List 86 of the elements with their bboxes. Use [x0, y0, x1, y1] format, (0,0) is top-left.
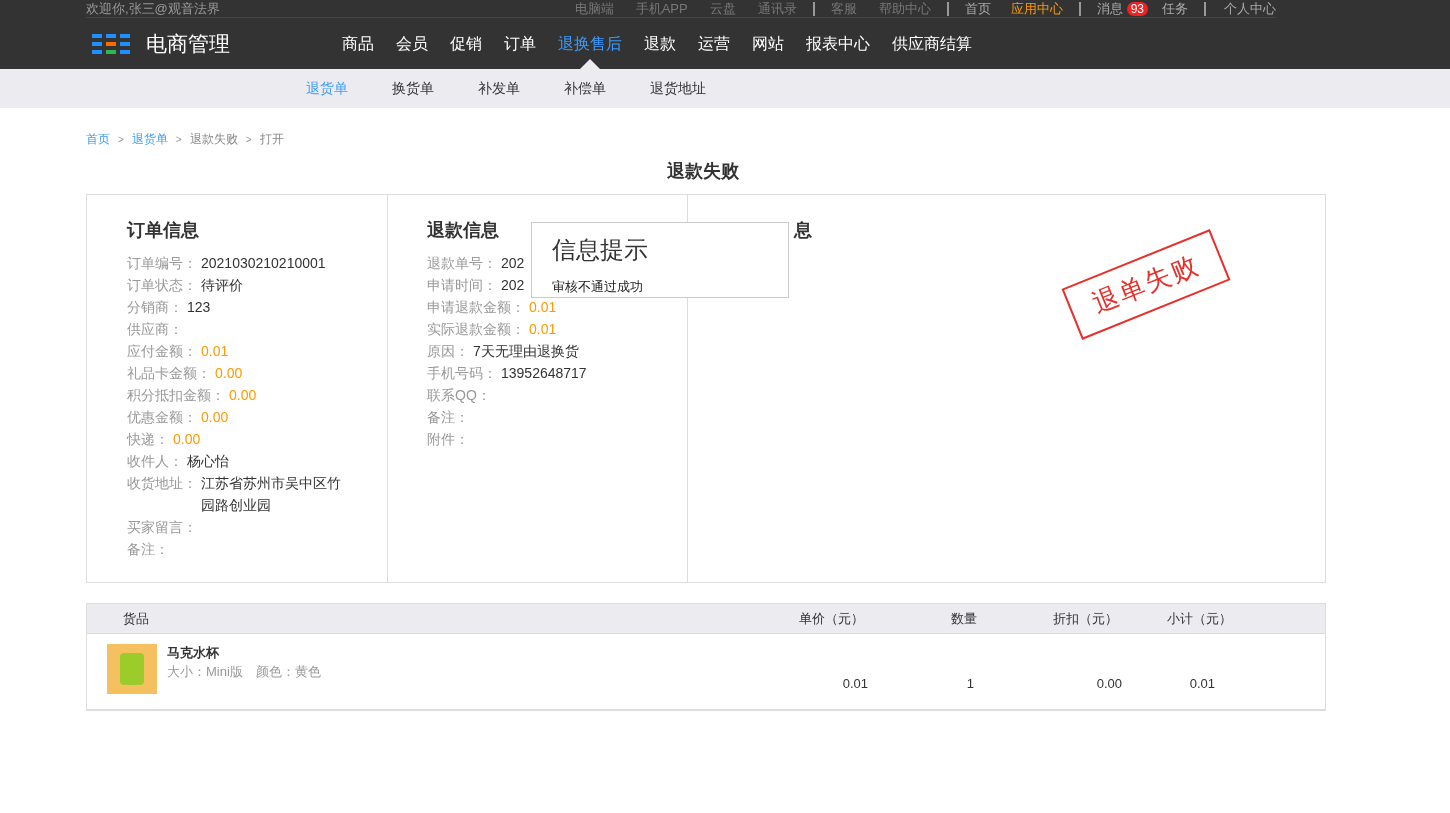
breadcrumb-separator: > — [175, 132, 182, 147]
field-label: 积分抵扣金额： — [127, 386, 225, 405]
field-value: 江苏省苏州市吴中区竹园路创业园 — [201, 474, 341, 515]
field-label: 收件人： — [127, 452, 183, 471]
field-label: 备注： — [427, 408, 469, 427]
top-link[interactable]: 应用中心 — [1010, 0, 1063, 19]
product-spec: 大小：Mini版 颜色：黄色 — [167, 663, 321, 681]
field-value: 0.00 — [173, 430, 201, 449]
field-label: 快递： — [127, 430, 169, 449]
field-label: 供应商： — [127, 320, 183, 339]
nav-tab[interactable]: 网站 — [752, 18, 784, 69]
field-value: 123 — [187, 298, 211, 317]
table-cell-text: 0.00 — [1095, 675, 1122, 693]
field-value: 0.01 — [529, 298, 557, 317]
field-value: 待评价 — [201, 276, 243, 295]
field-label: 礼品卡金额： — [127, 364, 211, 383]
field-value: 2021030210210001 — [201, 254, 326, 273]
field-value: 0.00 — [201, 408, 229, 427]
nav-tab[interactable]: 商品 — [342, 18, 374, 69]
app-title: 电商管理 — [146, 30, 230, 57]
photo-placeholder — [107, 644, 157, 694]
product-name: 马克水杯 — [167, 644, 220, 662]
field-label: 申请退款金额： — [427, 298, 525, 317]
sub-nav-tab[interactable]: 补发单 — [478, 78, 520, 99]
field-value: 杨心怡 — [187, 452, 229, 471]
sub-nav-tab[interactable]: 换货单 — [392, 78, 434, 99]
field-value: 202 — [501, 276, 525, 295]
column-header: 数量 — [951, 610, 977, 626]
breadcrumb-separator: > — [245, 132, 252, 147]
column-header: 小计（元） — [1167, 610, 1232, 626]
breadcrumb-link[interactable]: 首页 — [86, 130, 110, 148]
nav-tab[interactable]: 订单 — [504, 18, 536, 69]
page-title: 退款失败 — [667, 160, 739, 183]
breadcrumb-text: 退款失败 — [189, 131, 238, 148]
field-label: 应付金额： — [127, 342, 197, 361]
field-label: 申请时间： — [427, 276, 497, 295]
profile-link[interactable]: 个人中心 — [1224, 0, 1276, 19]
section-title: 订单信息 — [127, 219, 200, 242]
field-label: 实际退款金额： — [427, 320, 525, 339]
field-label: 附件： — [427, 430, 469, 449]
section-title: 息 — [794, 219, 813, 242]
field-value: 0.01 — [201, 342, 229, 361]
table-cell-text: 1 — [965, 675, 974, 693]
field-value: 0.00 — [229, 386, 257, 405]
sub-nav-tab[interactable]: 退货地址 — [650, 78, 706, 99]
field-label: 分销商： — [127, 298, 183, 317]
dialog-message: 审核不通过成功 — [552, 278, 644, 296]
nav-tab[interactable]: 运营 — [698, 18, 730, 69]
table-cell-text: 0.01 — [841, 675, 868, 693]
messages-link[interactable]: 消息 — [1096, 0, 1123, 19]
field-label: 优惠金额： — [127, 408, 197, 427]
field-label: 买家留言： — [127, 518, 197, 537]
tasks-link[interactable]: 任务 — [1162, 0, 1188, 19]
field-label: 订单状态： — [127, 276, 197, 295]
stamp: 退单失败 — [1061, 229, 1231, 340]
field-label: 备注： — [127, 540, 169, 559]
field-label: 手机号码： — [427, 364, 497, 383]
field-value: 202 — [501, 254, 525, 273]
column-header: 货品 — [122, 609, 150, 628]
field-value: 0.01 — [529, 320, 557, 339]
field-label: 收货地址： — [127, 474, 197, 493]
table-cell-text: 0.01 — [1188, 675, 1215, 693]
field-label: 原因： — [427, 342, 469, 361]
breadcrumb-separator: > — [118, 132, 124, 147]
field-label: 订单编号： — [127, 254, 197, 273]
nav-tab[interactable]: 促销 — [450, 18, 482, 69]
column-header: 单价（元） — [799, 610, 864, 626]
field-value: 13952648717 — [501, 364, 587, 383]
breadcrumb-link[interactable]: 退货单 — [131, 130, 168, 148]
nav-tab[interactable]: 会员 — [396, 18, 428, 69]
grid-logo-icon — [92, 33, 130, 54]
section-title: 退款信息 — [427, 219, 500, 242]
nav-tab[interactable]: 报表中心 — [806, 18, 870, 69]
field-value: 7天无理由退换货 — [473, 342, 579, 361]
welcome-text: 欢迎你,张三@观音法界 — [86, 0, 220, 18]
field-label: 联系QQ： — [427, 386, 491, 405]
column-header: 折扣（元） — [1053, 610, 1118, 626]
dialog-title: 信息提示 — [552, 235, 649, 265]
breadcrumb-text: 打开 — [259, 131, 284, 148]
field-label: 退款单号： — [427, 254, 497, 273]
field-value: 0.00 — [215, 364, 243, 383]
nav-tab[interactable]: 退款 — [644, 18, 676, 69]
sub-nav-tab[interactable]: 补偿单 — [564, 78, 606, 99]
message-count-badge: 93 — [1126, 1, 1148, 16]
nav-tab[interactable]: 供应商结算 — [892, 18, 972, 69]
top-link[interactable]: 首页 — [964, 0, 991, 19]
